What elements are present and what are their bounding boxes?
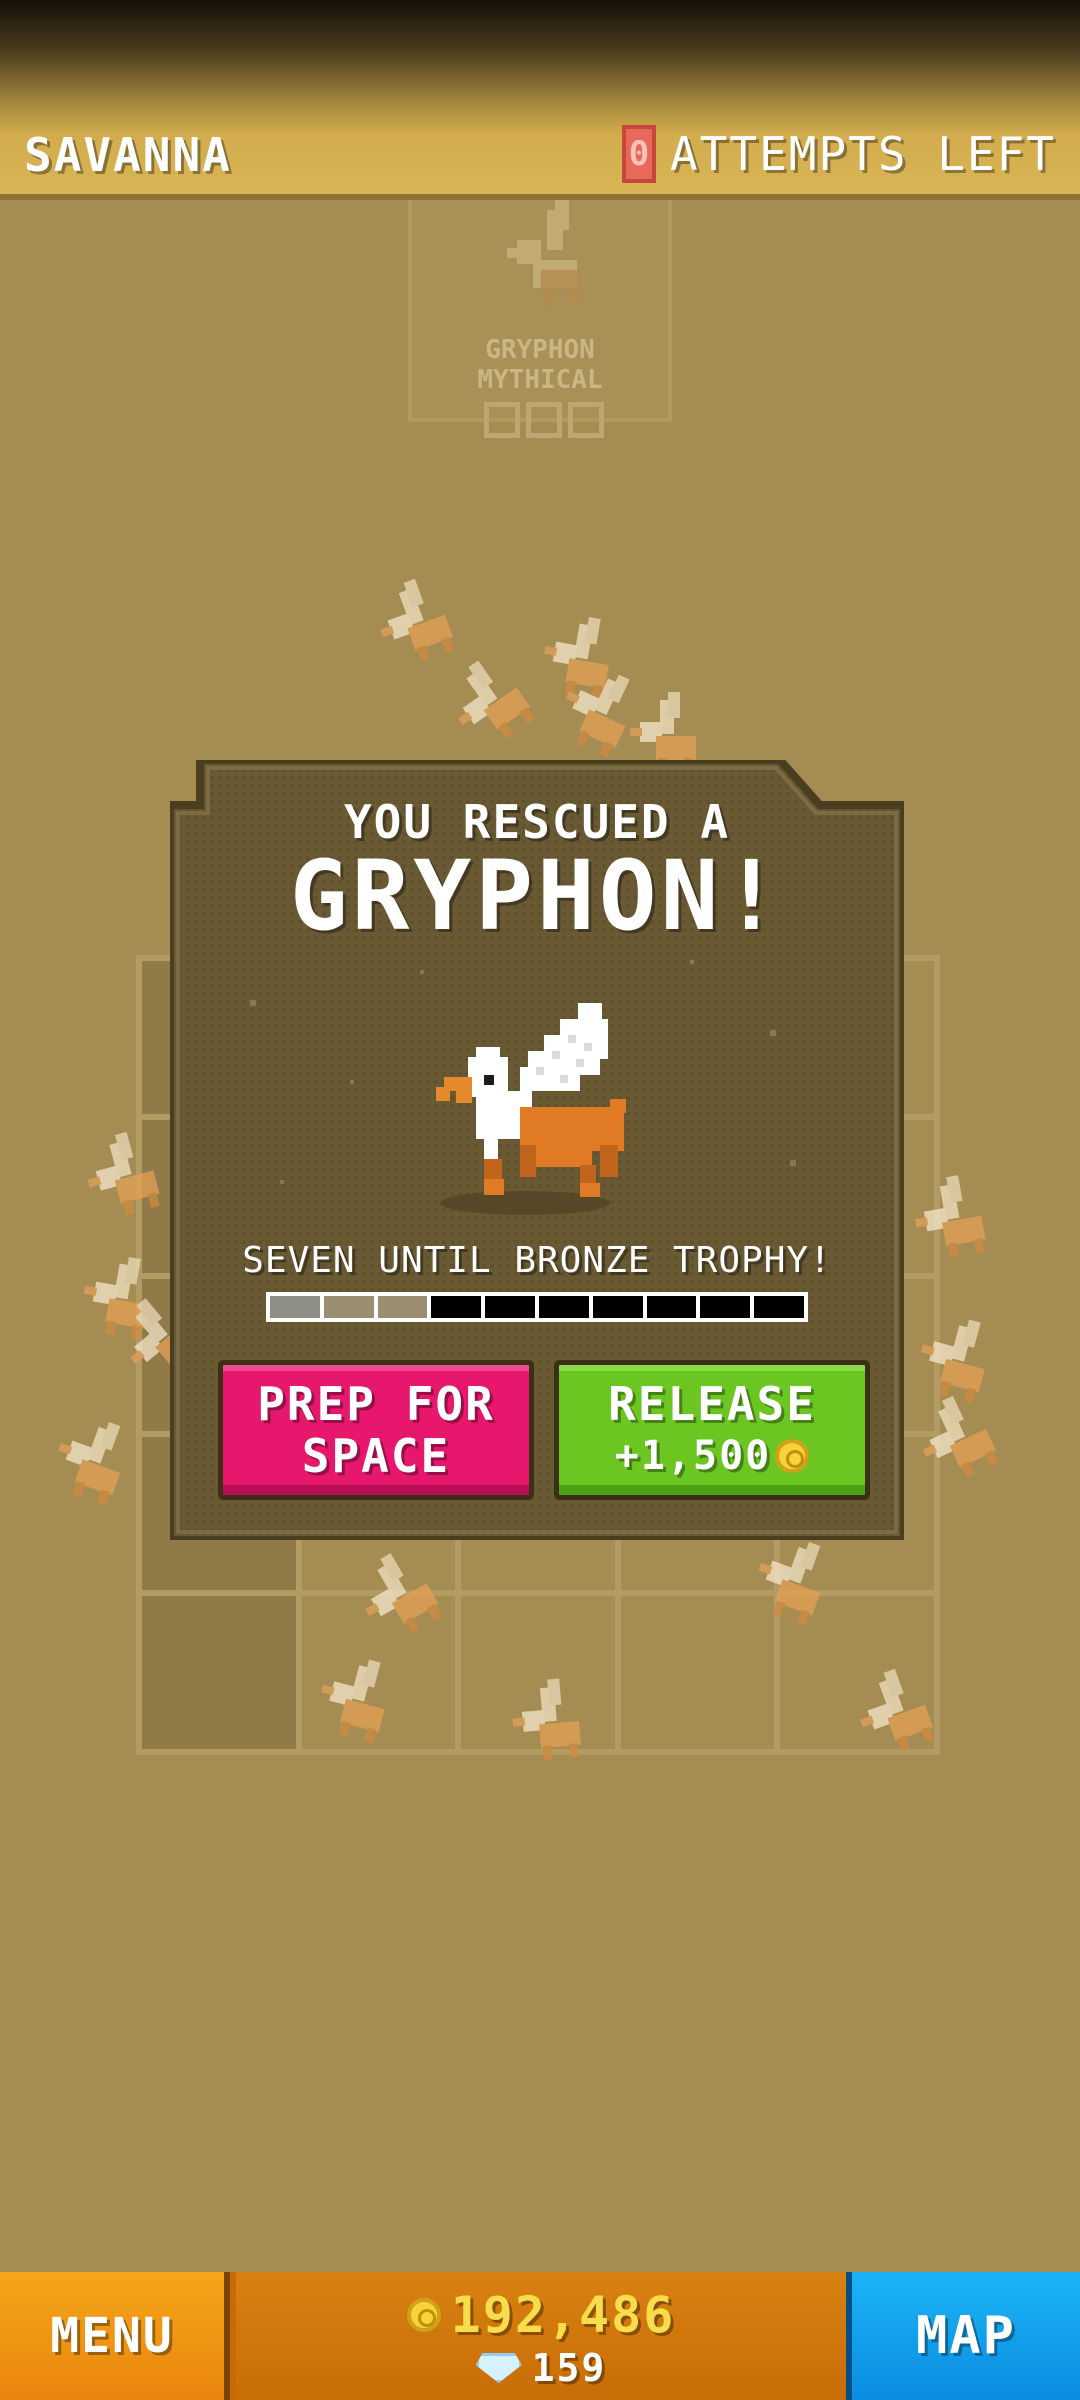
release-reward: +1,500 [615, 1430, 810, 1482]
currency-panel: 192,486 159 [236, 2272, 846, 2400]
grid-cell [777, 1593, 937, 1752]
progress-segment-filled [270, 1296, 320, 1318]
gryphon-sprite-icon [436, 1003, 626, 1215]
map-button[interactable]: MAP [846, 2272, 1080, 2400]
progress-segment-empty [592, 1296, 643, 1318]
grid-cell [617, 1593, 778, 1752]
slot [568, 402, 604, 438]
release-button-label: RELEASE [608, 1377, 816, 1431]
slot [526, 402, 562, 438]
gem-icon [475, 2353, 522, 2383]
attempts-count: 0 [621, 125, 656, 183]
trophy-progress-bar [266, 1292, 808, 1322]
faded-card-name: GRYPHON MYTHICAL [412, 335, 668, 395]
bottom-bar: MENU 192,486 159 MAP [0, 2272, 1080, 2400]
release-reward-amount: +1,500 [614, 1433, 772, 1479]
trophy-progress-text: SEVEN UNTIL BRONZE TROPHY! [242, 1240, 832, 1281]
progress-segment-empty [485, 1296, 535, 1318]
release-button[interactable]: RELEASE +1,500 [554, 1360, 870, 1500]
rescue-dialog: YOU RESCUED A GRYPHON! SEVEN UNTIL BRONZ… [170, 760, 904, 1540]
gem-balance: 159 [236, 2346, 846, 2390]
animal-name: GRYPHON! [289, 840, 785, 952]
menu-button[interactable]: MENU [0, 2272, 230, 2400]
coin-icon [406, 2298, 441, 2332]
progress-segment-empty [754, 1296, 804, 1318]
progress-segment-empty [538, 1296, 589, 1318]
coin-balance: 192,486 [236, 2286, 846, 2344]
prep-button-line2: SPACE [301, 1429, 451, 1483]
coin-amount: 192,486 [450, 2286, 676, 2344]
gem-amount: 159 [531, 2346, 607, 2390]
progress-segment-empty [431, 1296, 482, 1318]
faded-animal-card: GRYPHON MYTHICAL [408, 200, 672, 438]
top-bar: SAVANNA 0 ATTEMPTS LEFT [0, 0, 1080, 200]
faded-card-name-line2: MYTHICAL [477, 365, 603, 395]
attempts-label: ATTEMPTS LEFT [669, 127, 1056, 181]
faded-card-name-line1: GRYPHON [485, 335, 595, 365]
grid-cell [298, 1593, 459, 1752]
progress-segment-empty [646, 1296, 697, 1318]
prep-button-line1: PREP FOR [257, 1377, 495, 1431]
coin-icon [775, 1439, 810, 1473]
grid-cell [458, 1593, 618, 1752]
prep-for-space-button[interactable]: PREP FOR SPACE [218, 1360, 534, 1500]
progress-segment-empty [700, 1296, 751, 1318]
progress-segment-filled [323, 1296, 374, 1318]
progress-segment-filled [377, 1296, 428, 1318]
zone-name: SAVANNA [24, 128, 232, 182]
grid-cell [139, 1593, 299, 1752]
attempts-indicator: 0 ATTEMPTS LEFT [621, 125, 1056, 183]
faded-card-slots [484, 402, 604, 438]
faded-gryphon-icon [507, 200, 581, 306]
slot [484, 402, 520, 438]
